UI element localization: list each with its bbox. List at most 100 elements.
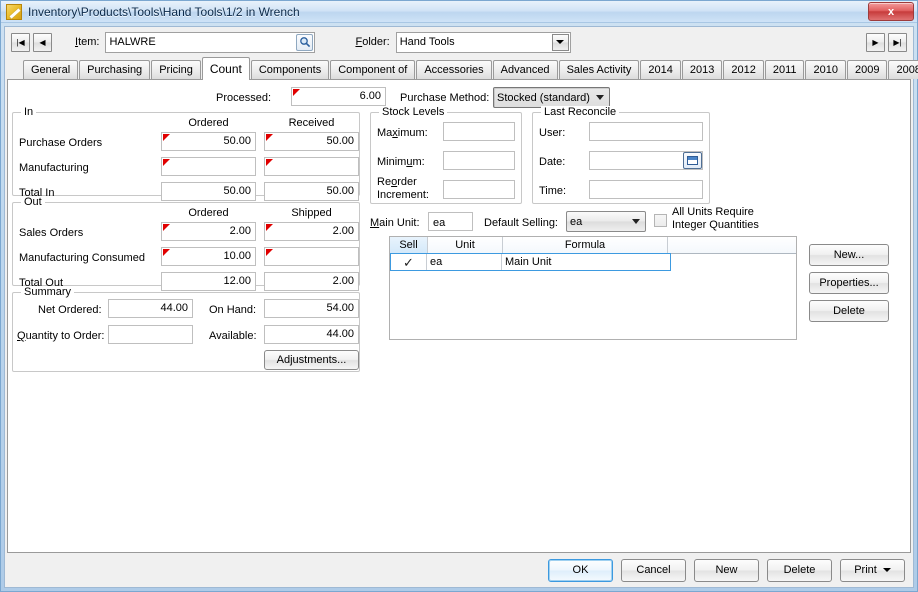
maximum-input[interactable] [443,122,515,141]
delete-button[interactable]: Delete [767,558,832,582]
tab-2009[interactable]: 2009 [846,60,888,79]
minimum-input[interactable] [443,151,515,170]
processed-label: Processed: [216,92,272,104]
tab-label: Advanced [500,64,550,76]
table-row[interactable]: ✓ ea Main Unit [390,253,671,271]
cancel-button[interactable]: Cancel [621,558,686,582]
adjustments-button[interactable]: Adjustments... [264,350,359,370]
chevron-down-icon [882,568,891,572]
close-button[interactable]: x [868,2,914,21]
stock-levels-group: Stock Levels Maximum: Minimum: Reorder I… [370,106,522,204]
folder-input[interactable] [395,31,571,53]
forward-nav-group: ▶ ▶| [866,32,907,52]
main-unit-label: Main Unit: [370,217,420,229]
folder-field-wrap [395,31,571,53]
units-row-sell[interactable]: ✓ [391,254,427,270]
tab-components[interactable]: Components [250,60,330,79]
last-record-icon: ▶| [893,37,902,47]
chevron-down-icon [556,40,565,44]
out-manufacturing-consumed-ordered: 10.00 [161,247,256,266]
folder-dropdown-button[interactable] [551,33,569,51]
units-grid-col-unit[interactable]: Unit [428,237,503,253]
delete-unit-button[interactable]: Delete [809,300,889,322]
in-group: In Ordered Received Purchase Orders 50.0… [12,106,360,201]
calendar-icon[interactable] [683,152,702,169]
window-controls: x [868,2,914,21]
tab-label: 2009 [854,64,880,76]
reorder-increment-input[interactable] [443,180,515,199]
tab-2012[interactable]: 2012 [723,60,764,79]
in-purchase-orders-ordered: 50.00 [161,132,256,151]
available-value: 44.00 [264,325,359,344]
net-ordered-label: Net Ordered: [38,304,102,316]
main-unit-input[interactable] [428,212,473,231]
purchase-method-value: Stocked (standard) [497,91,590,104]
tab-2008[interactable]: 2008 [888,60,918,79]
tab-label: 2008 [896,64,918,76]
tab-label: Accessories [424,64,484,76]
purchase-method-dropdown[interactable]: Stocked (standard) [493,87,610,108]
units-row-formula[interactable]: Main Unit [502,254,670,270]
adjustments-button-label: Adjustments... [276,354,347,366]
previous-record-button[interactable]: ◀ [33,32,52,52]
tab-label: 2012 [731,64,756,76]
tab-2010[interactable]: 2010 [805,60,846,79]
reconcile-date-label: Date: [539,156,566,168]
all-units-integer-checkbox[interactable] [654,214,667,227]
out-row-label-sales-orders: Sales Orders [19,227,84,239]
first-record-button[interactable]: |◀ [11,32,30,52]
last-reconcile-title: Last Reconcile [541,106,620,118]
default-selling-value: ea [570,215,583,228]
print-button[interactable]: Print [840,558,905,582]
maximum-label: Maximum: [377,127,428,139]
units-grid-col-filler [668,237,796,253]
last-record-button[interactable]: ▶| [888,32,907,52]
units-grid-col-formula[interactable]: Formula [503,237,668,253]
tab-label: Pricing [159,64,193,76]
folder-label: Folder: [355,36,390,48]
units-row-unit[interactable]: ea [427,254,502,270]
tab-2011[interactable]: 2011 [764,60,805,79]
new-button[interactable]: New [694,558,759,582]
tab-2014[interactable]: 2014 [640,60,681,79]
quantity-to-order-label: QQuantity to Order:uantity to Order: [17,330,105,342]
minimum-label: Minimum: [377,156,425,168]
tab-accessories[interactable]: Accessories [416,60,492,79]
search-icon[interactable] [296,33,314,51]
processed-value: 6.00 [291,87,386,106]
tab-label: Component of [338,64,408,76]
unit-properties-button[interactable]: Properties... [809,272,889,294]
units-grid-col-sell[interactable]: Sell [390,237,428,253]
out-row-label-manufacturing-consumed: Manufacturing Consumed [19,252,145,264]
tab-count[interactable]: Count [201,57,250,80]
title-bar: Inventory\Products\Tools\Hand Tools\1/2 … [1,1,917,23]
out-col-ordered-header: Ordered [188,207,229,219]
unit-properties-button-label: Properties... [819,277,879,289]
ok-button[interactable]: OK [548,558,613,582]
tab-advanced[interactable]: Advanced [492,60,558,79]
reconcile-time-input[interactable] [589,180,703,199]
quantity-to-order-input[interactable] [108,325,193,344]
reconcile-user-input[interactable] [589,122,703,141]
on-hand-label: On Hand: [209,304,257,316]
out-sales-orders-ordered: 2.00 [161,222,256,241]
tab-label: Purchasing [87,64,143,76]
tab-label: 2013 [689,64,715,76]
calendar-glyph [687,156,698,165]
item-input[interactable] [105,31,316,53]
tab-pricing[interactable]: Pricing [151,60,201,79]
tab-general[interactable]: General [23,60,79,79]
tab-2013[interactable]: 2013 [681,60,723,79]
tab-purchasing[interactable]: Purchasing [79,60,151,79]
in-total-received: 50.00 [264,182,359,201]
out-group: Out Ordered Shipped Sales Orders 2.00 2.… [12,196,360,291]
tab-label: Components [258,64,322,76]
tab-sales-activity[interactable]: Sales Activity [558,60,640,79]
tab-label: Count [209,62,242,76]
units-grid[interactable]: Sell Unit Formula ✓ ea Main Unit [389,236,797,340]
default-selling-dropdown[interactable]: ea [566,211,646,232]
new-unit-button[interactable]: New... [809,244,889,266]
next-record-button[interactable]: ▶ [866,32,885,52]
first-record-icon: |◀ [16,37,25,47]
tab-component-of[interactable]: Component of [330,60,416,79]
